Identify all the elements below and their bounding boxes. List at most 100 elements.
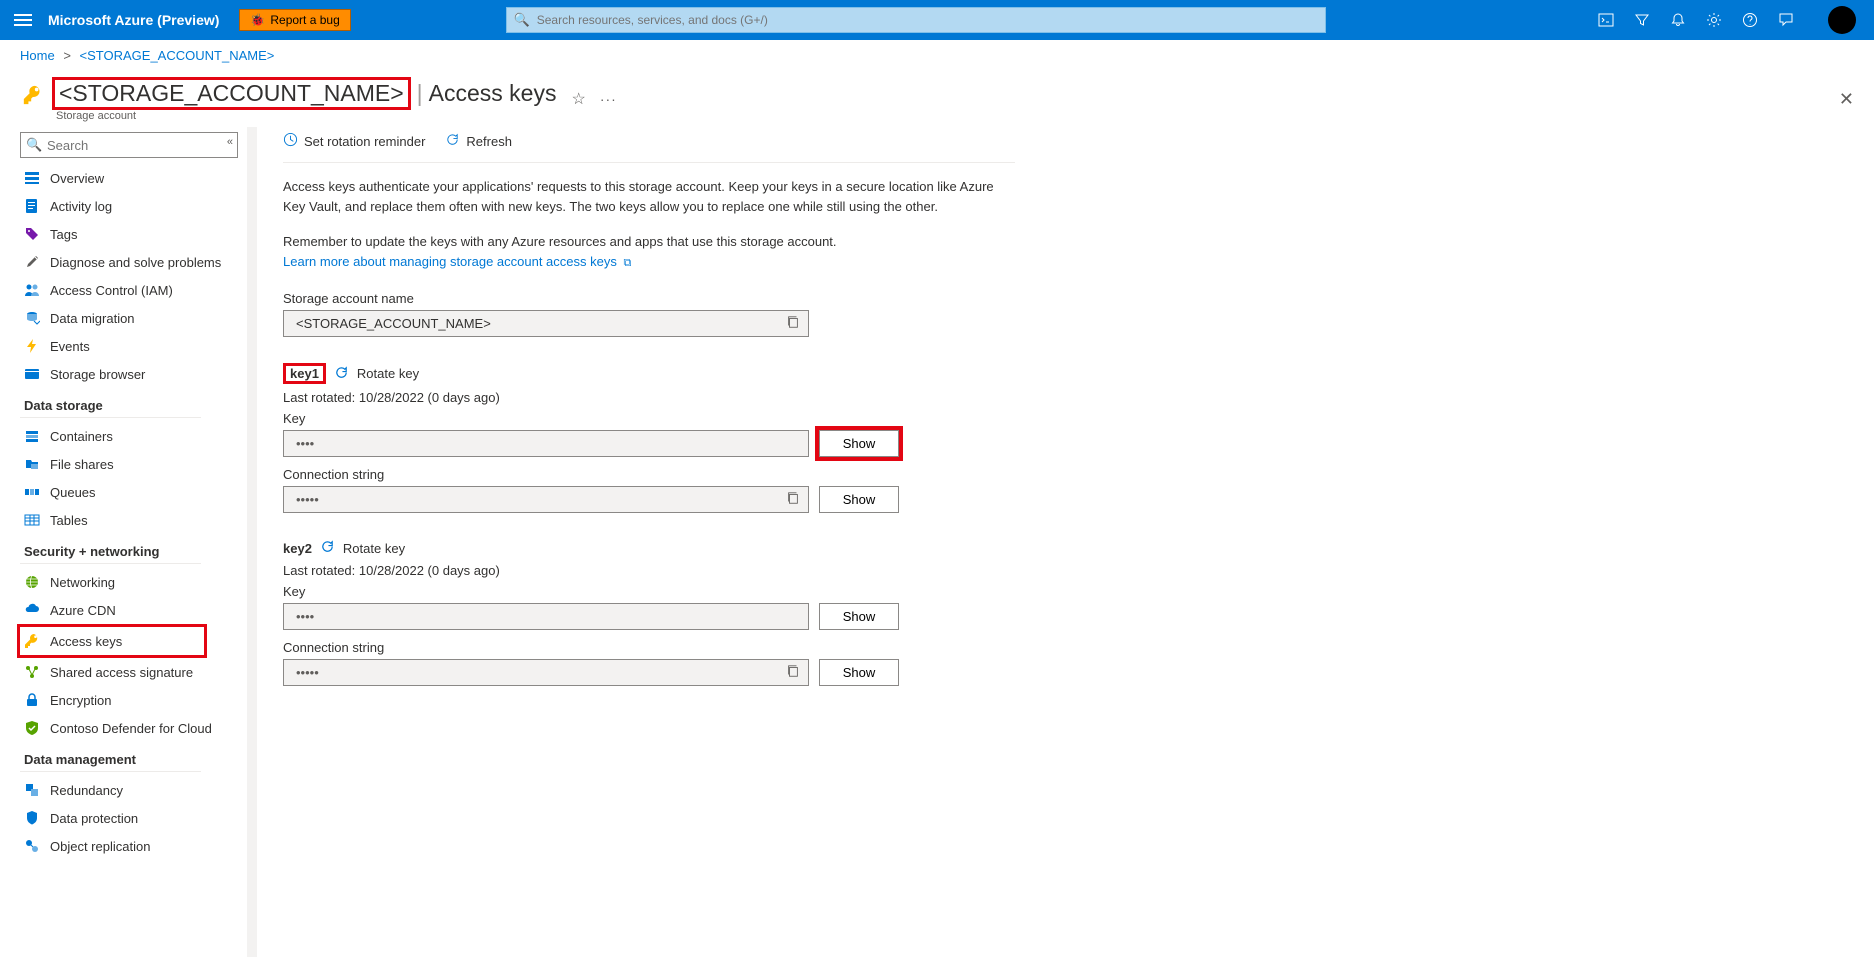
sidebar-item-cdn[interactable]: Azure CDN <box>20 596 237 624</box>
last-rotated-label: Last rotated: 10/28/2022 (0 days ago) <box>283 563 1844 578</box>
sidebar-item-label: Access Control (IAM) <box>50 283 173 298</box>
sidebar-item-dataprotection[interactable]: Data protection <box>20 804 237 832</box>
breadcrumb-home[interactable]: Home <box>20 48 55 63</box>
sidebar-search-input[interactable] <box>20 132 238 158</box>
sidebar-item-tags[interactable]: Tags <box>20 220 237 248</box>
close-blade-icon[interactable]: ✕ <box>1835 85 1858 114</box>
account-name-field: Storage account name <STORAGE_ACCOUNT_NA… <box>283 291 1844 337</box>
sidebar-item-sas[interactable]: Shared access signature <box>20 658 237 686</box>
key-label: Key <box>283 584 1844 599</box>
page-title-section: Access keys <box>429 80 557 107</box>
encryption-icon <box>24 692 40 708</box>
sidebar-item-events[interactable]: Events <box>20 332 237 360</box>
containers-icon <box>24 428 40 444</box>
sidebar-item-label: Redundancy <box>50 783 123 798</box>
sidebar-item-label: Contoso Defender for Cloud <box>50 721 212 736</box>
sidebar-item-encryption[interactable]: Encryption <box>20 686 237 714</box>
connection-string-text: ••••• <box>296 492 319 507</box>
clock-icon <box>283 132 298 150</box>
sidebar-item-label: Object replication <box>50 839 150 854</box>
sidebar-item-overview[interactable]: Overview <box>20 164 237 192</box>
report-bug-button[interactable]: 🐞 Report a bug <box>239 9 350 31</box>
sidebar-item-containers[interactable]: Containers <box>20 422 237 450</box>
show-connection-string-button[interactable]: Show <box>819 486 899 513</box>
rotate-key-link[interactable]: Rotate key <box>357 366 419 381</box>
show-key-button[interactable]: Show <box>819 430 899 457</box>
filter-icon[interactable] <box>1633 11 1651 29</box>
defender-icon <box>24 720 40 736</box>
sidebar-item-defender[interactable]: Contoso Defender for Cloud <box>20 714 237 742</box>
learn-more-link[interactable]: Learn more about managing storage accoun… <box>283 254 631 269</box>
global-search-input[interactable] <box>506 7 1326 33</box>
learn-more-label: Learn more about managing storage accoun… <box>283 254 617 269</box>
page-title-account: <STORAGE_ACCOUNT_NAME> <box>52 77 411 110</box>
set-rotation-reminder-button[interactable]: Set rotation reminder <box>283 132 425 150</box>
key-icon <box>22 84 44 106</box>
sidebar-item-tables[interactable]: Tables <box>20 506 237 534</box>
sidebar-item-label: Queues <box>50 485 96 500</box>
key-header: key1Rotate key <box>283 363 1844 384</box>
cloud-shell-icon[interactable] <box>1597 11 1615 29</box>
sidebar-item-networking[interactable]: Networking <box>20 568 237 596</box>
feedback-icon[interactable] <box>1777 11 1795 29</box>
sidebar-item-activity[interactable]: Activity log <box>20 192 237 220</box>
help-icon[interactable] <box>1741 11 1759 29</box>
sidebar-item-storagebrowser[interactable]: Storage browser <box>20 360 237 388</box>
sidebar-item-fileshares[interactable]: File shares <box>20 450 237 478</box>
storagebrowser-icon <box>24 366 40 382</box>
favorite-star-icon[interactable]: ☆ <box>571 89 585 109</box>
sidebar-item-accesskeys[interactable]: Access keys <box>17 624 207 658</box>
show-key-button[interactable]: Show <box>819 603 899 630</box>
more-options-icon[interactable]: ··· <box>600 91 617 107</box>
connection-string-label: Connection string <box>283 467 1844 482</box>
key-header: key2Rotate key <box>283 539 1844 557</box>
bug-icon: 🐞 <box>250 13 265 27</box>
activity-icon <box>24 198 40 214</box>
menu-icon[interactable] <box>8 8 38 32</box>
breadcrumb-separator: > <box>63 48 71 63</box>
sidebar-item-queues[interactable]: Queues <box>20 478 237 506</box>
events-icon <box>24 338 40 354</box>
connection-string-value-box: ••••• <box>283 659 809 686</box>
description-paragraph-1: Access keys authenticate your applicatio… <box>283 177 1013 216</box>
sidebar-item-label: Storage browser <box>50 367 145 382</box>
key-value-box: •••• <box>283 603 809 630</box>
sidebar-item-label: Networking <box>50 575 115 590</box>
show-connection-string-button[interactable]: Show <box>819 659 899 686</box>
sas-icon <box>24 664 40 680</box>
user-avatar[interactable] <box>1828 6 1856 34</box>
copy-icon[interactable] <box>786 315 800 332</box>
sidebar-item-diagnose[interactable]: Diagnose and solve problems <box>20 248 237 276</box>
breadcrumb: Home > <STORAGE_ACCOUNT_NAME> <box>0 40 1874 71</box>
settings-icon[interactable] <box>1705 11 1723 29</box>
sidebar-item-label: Shared access signature <box>50 665 193 680</box>
sidebar-item-label: Tags <box>50 227 77 242</box>
copy-icon[interactable] <box>786 664 800 681</box>
rotate-icon[interactable] <box>334 365 349 383</box>
account-name-text: <STORAGE_ACCOUNT_NAME> <box>296 316 491 331</box>
copy-icon[interactable] <box>786 491 800 508</box>
description-paragraph-2: Remember to update the keys with any Azu… <box>283 232 1844 271</box>
notifications-icon[interactable] <box>1669 11 1687 29</box>
sidebar-item-datamigration[interactable]: Data migration <box>20 304 237 332</box>
sidebar-section-title: Security + networking <box>20 534 201 564</box>
sidebar-item-iam[interactable]: Access Control (IAM) <box>20 276 237 304</box>
sidebar-item-label: Azure CDN <box>50 603 116 618</box>
sidebar-item-redundancy[interactable]: Redundancy <box>20 776 237 804</box>
page-header: <STORAGE_ACCOUNT_NAME> | Access keys Sto… <box>0 71 1874 127</box>
sidebar-section-title: Data management <box>20 742 201 772</box>
sidebar-item-label: Diagnose and solve problems <box>50 255 221 270</box>
sidebar-item-label: Activity log <box>50 199 112 214</box>
below-header: 🔍 « OverviewActivity logTagsDiagnose and… <box>0 127 1874 957</box>
sidebar-scrollbar[interactable] <box>247 127 257 957</box>
breadcrumb-current[interactable]: <STORAGE_ACCOUNT_NAME> <box>80 48 275 63</box>
connection-string-row: ••••• Show <box>283 486 1844 513</box>
tables-icon <box>24 512 40 528</box>
sidebar-collapse-icon[interactable]: « <box>227 136 233 148</box>
refresh-button[interactable]: Refresh <box>445 132 512 150</box>
sidebar-item-objectrepl[interactable]: Object replication <box>20 832 237 860</box>
sidebar-item-label: Events <box>50 339 90 354</box>
connection-string-value-box: ••••• <box>283 486 809 513</box>
rotate-icon[interactable] <box>320 539 335 557</box>
rotate-key-link[interactable]: Rotate key <box>343 541 405 556</box>
